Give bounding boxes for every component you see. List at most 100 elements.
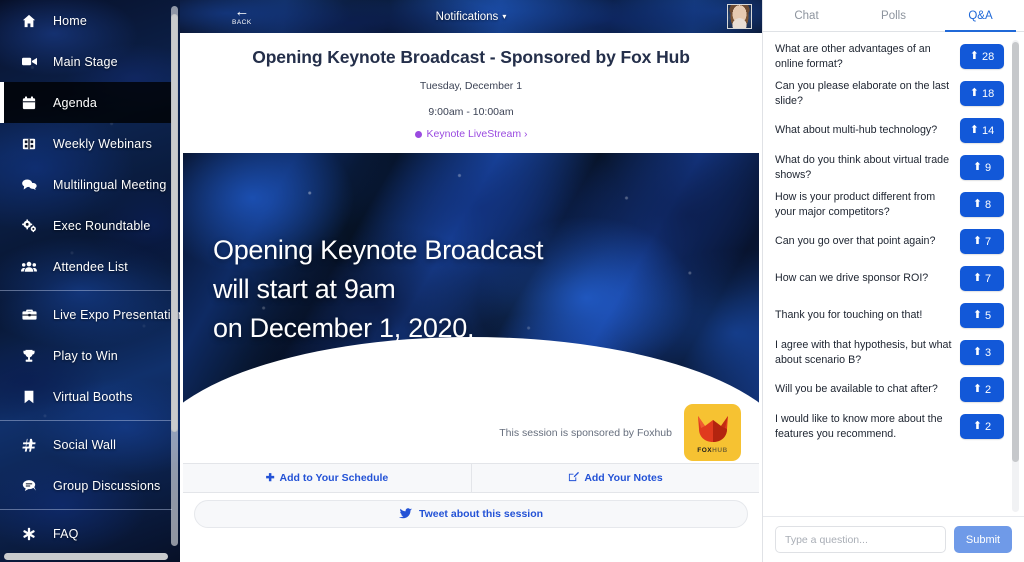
qa-question-item: I would like to know more about the feat… <box>775 408 1004 445</box>
engagement-panel: Chat Polls Q&A What are other advantages o… <box>762 0 1024 562</box>
upvote-count: 18 <box>981 87 995 100</box>
notifications-label: Notifications <box>435 10 499 23</box>
upvote-button[interactable]: ⬆ 14 <box>960 118 1004 143</box>
sidebar-item-virtual-booths[interactable]: Virtual Booths <box>0 376 172 417</box>
sidebar-navigation: Home Main Stage Agenda Weekly Webinars Multi… <box>0 0 180 562</box>
upvote-count: 8 <box>985 198 992 211</box>
sponsor-text: This session is sponsored by Foxhub <box>499 426 672 439</box>
sidebar-item-label: Group Discussions <box>53 478 161 493</box>
sidebar-item-label: Weekly Webinars <box>53 136 153 151</box>
add-notes-label: Add Your Notes <box>584 471 663 484</box>
discussion-icon <box>18 479 40 492</box>
qa-question-item: I agree with that hypothesis, but what a… <box>775 334 1004 371</box>
question-input[interactable] <box>775 526 946 553</box>
sidebar-horizontal-scrollbar[interactable] <box>4 553 168 560</box>
sidebar-item-main-stage[interactable]: Main Stage <box>0 41 172 82</box>
sidebar-item-agenda[interactable]: Agenda <box>0 82 172 123</box>
sidebar-scrollbar-track[interactable] <box>171 6 178 546</box>
people-icon <box>18 260 40 273</box>
upvote-button[interactable]: ⬆ 2 <box>960 377 1004 402</box>
sidebar-item-exec-roundtable[interactable]: Exec Roundtable <box>0 205 172 246</box>
sidebar-item-attendee-list[interactable]: Attendee List <box>0 246 172 287</box>
arrow-up-icon: ⬆ <box>969 87 979 99</box>
bookmark-icon <box>18 390 40 404</box>
upvote-count: 5 <box>985 309 992 322</box>
upvote-count: 14 <box>981 124 995 137</box>
qa-question-item: Will you be available to chat after? ⬆ 2 <box>775 371 1004 408</box>
upvote-button[interactable]: ⬆ 7 <box>960 229 1004 254</box>
upvote-count: 2 <box>985 420 992 433</box>
add-to-schedule-button[interactable]: ✚ Add to Your Schedule <box>183 463 471 492</box>
upvote-button[interactable]: ⬆ 28 <box>960 44 1004 69</box>
session-date: Tuesday, December 1 <box>419 80 523 92</box>
qa-question-item: Can you go over that point again? ⬆ 7 <box>775 223 1004 260</box>
session-banner[interactable]: Opening Keynote Broadcast will start at … <box>183 152 759 403</box>
panel-tabs: Chat Polls Q&A <box>763 0 1024 32</box>
qa-question-text: Can you please elaborate on the last sli… <box>775 80 950 107</box>
trophy-icon <box>18 349 40 363</box>
upvote-button[interactable]: ⬆ 7 <box>960 266 1004 291</box>
sidebar-divider <box>0 290 172 291</box>
arrow-up-icon: ⬆ <box>972 383 983 395</box>
tab-polls[interactable]: Polls <box>850 0 937 31</box>
pencil-square-icon <box>568 471 580 485</box>
plus-icon: ✚ <box>265 471 275 484</box>
sidebar-item-label: Main Stage <box>53 54 118 69</box>
tab-chat[interactable]: Chat <box>763 0 850 31</box>
sidebar-item-weekly-webinars[interactable]: Weekly Webinars <box>0 123 172 164</box>
qa-question-text: Will you be available to chat after? <box>775 383 938 396</box>
add-to-schedule-label: Add to Your Schedule <box>279 471 389 484</box>
sidebar-item-home[interactable]: Home <box>0 0 172 41</box>
chat-bubbles-icon <box>18 178 40 191</box>
sidebar-scroll-area[interactable]: Home Main Stage Agenda Weekly Webinars Multi… <box>0 0 180 562</box>
briefcase-icon <box>18 308 40 321</box>
upvote-button[interactable]: ⬆ 8 <box>960 192 1004 217</box>
sidebar-item-label: Multilingual Meeting <box>53 177 167 192</box>
tweet-row: Tweet about this session <box>180 493 762 536</box>
qa-scrollbar-thumb[interactable] <box>1012 42 1019 462</box>
asterisk-icon <box>18 527 40 541</box>
sponsor-row: This session is sponsored by Foxhub FOXH… <box>183 402 759 463</box>
qa-question-text: Thank you for touching on that! <box>775 309 923 322</box>
sidebar-item-faq[interactable]: FAQ <box>0 513 172 554</box>
tab-q-a[interactable]: Q&A <box>937 0 1024 32</box>
qa-question-text: What do you think about virtual trade sh… <box>775 154 950 181</box>
sidebar-item-social-wall[interactable]: Social Wall <box>0 424 172 465</box>
avatar[interactable] <box>727 4 752 29</box>
upvote-button[interactable]: ⬆ 3 <box>960 340 1004 365</box>
arrow-up-icon: ⬆ <box>972 309 983 321</box>
upvote-button[interactable]: ⬆ 2 <box>960 414 1004 439</box>
session-header: Opening Keynote Broadcast - Sponsored by… <box>180 33 762 153</box>
upvote-button[interactable]: ⬆ 18 <box>960 81 1004 106</box>
upvote-button[interactable]: ⬆ 9 <box>960 155 1004 180</box>
arrow-up-icon: ⬆ <box>969 50 979 62</box>
notifications-dropdown[interactable]: Notifications ▾ <box>180 0 762 33</box>
add-notes-button[interactable]: Add Your Notes <box>471 463 759 492</box>
sidebar-item-label: Live Expo Presentations <box>53 307 180 322</box>
arrow-up-icon: ⬆ <box>972 235 983 247</box>
arrow-up-icon: ⬆ <box>969 124 979 136</box>
page-title: Opening Keynote Broadcast - Sponsored by… <box>252 47 690 67</box>
twitter-bird-icon <box>398 508 412 519</box>
foxhub-logo[interactable]: FOXHUB <box>684 404 741 461</box>
arrow-up-icon: ⬆ <box>972 346 983 358</box>
livestream-link[interactable]: Keynote LiveStream › <box>414 128 527 140</box>
sidebar-item-label: Agenda <box>53 95 97 110</box>
submit-question-button[interactable]: Submit <box>954 526 1012 553</box>
qa-question-item: How can we drive sponsor ROI? ⬆ 7 <box>775 260 1004 297</box>
sidebar-item-label: Home <box>53 13 87 28</box>
sidebar-item-live-expo-presentations[interactable]: Live Expo Presentations <box>0 294 180 335</box>
sidebar-scrollbar-thumb[interactable] <box>171 14 178 432</box>
qa-question-list[interactable]: What are other advantages of an online f… <box>763 32 1024 516</box>
upvote-count: 7 <box>985 272 992 285</box>
tweet-about-session-button[interactable]: Tweet about this session <box>194 499 748 528</box>
sidebar-item-group-discussions[interactable]: Group Discussions <box>0 465 172 506</box>
qa-question-text: I would like to know more about the feat… <box>775 413 943 440</box>
foxhub-logo-text: FOXHUB <box>684 447 741 454</box>
upvote-button[interactable]: ⬆ 5 <box>960 303 1004 328</box>
sidebar-item-play-to-win[interactable]: Play to Win <box>0 335 172 376</box>
qa-question-item: How is your product different from your … <box>775 186 1004 223</box>
foxhub-name-light: HUB <box>712 447 728 454</box>
sidebar-item-multilingual-meeting[interactable]: Multilingual Meeting <box>0 164 172 205</box>
sidebar-item-label: FAQ <box>53 526 79 541</box>
